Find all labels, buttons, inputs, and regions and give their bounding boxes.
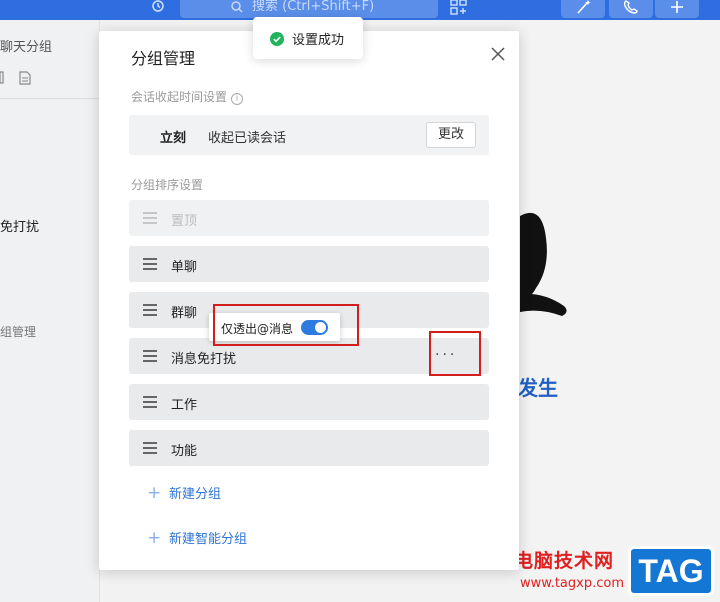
new-smart-group-label: 新建智能分组 — [169, 532, 248, 547]
plus-icon: + — [147, 528, 162, 548]
right-pane: 发生 电脑技术网 www.tagxp.com TAG — [514, 20, 720, 602]
left-pane: 聊天分组 免打扰 组管理 — [0, 20, 100, 602]
group-label: 消息免打扰 — [171, 352, 237, 367]
group-label: 置顶 — [171, 214, 198, 229]
drag-handle-icon[interactable] — [143, 304, 157, 316]
new-group-label: 新建分组 — [169, 487, 222, 502]
left-pane-toolbar — [0, 70, 40, 90]
search-placeholder: 搜索 (Ctrl+Shift+F) — [252, 0, 375, 14]
apps-grid-icon[interactable] — [450, 0, 468, 16]
group-label: 单聊 — [171, 260, 198, 275]
dialog-title: 分组管理 — [131, 49, 196, 68]
sort-section-label: 分组排序设置 — [131, 178, 204, 192]
drag-handle-icon[interactable] — [143, 396, 157, 408]
check-circle-icon — [270, 31, 284, 46]
close-icon[interactable] — [489, 45, 507, 63]
history-icon[interactable] — [148, 0, 168, 18]
collapse-section-label: 会话收起时间设置 i — [131, 88, 244, 105]
plus-icon[interactable] — [655, 0, 699, 18]
penguin-mascot-icon — [520, 208, 570, 338]
new-smart-group-link[interactable]: + 新建智能分组 — [147, 528, 247, 548]
drag-handle-icon[interactable] — [143, 442, 157, 454]
group-row-single-chat[interactable]: 单聊 — [129, 246, 489, 282]
group-row-function[interactable]: 功能 — [129, 430, 489, 466]
left-pane-title: 聊天分组 — [0, 40, 53, 55]
tag-logo: TAG — [628, 546, 714, 596]
search-icon — [230, 0, 244, 14]
group-management-dialog: 分组管理 会话收起时间设置 i 立刻 收起已读会话 更改 分组排序设置 置顶 单聊… — [99, 31, 519, 570]
group-label: 工作 — [171, 398, 198, 413]
watermark-url: www.tagxp.com — [520, 576, 624, 591]
watermark-text: 电脑技术网 — [514, 550, 615, 572]
info-icon[interactable]: i — [231, 93, 244, 105]
left-pane-item-dnd[interactable]: 免打扰 — [0, 216, 39, 235]
collapse-setting-row: 立刻 收起已读会话 更改 — [129, 115, 489, 155]
collapse-when: 立刻 — [160, 131, 187, 146]
highlight-box-more — [429, 331, 481, 376]
search-input[interactable]: 搜索 (Ctrl+Shift+F) — [180, 0, 438, 18]
left-pane-divider — [0, 98, 100, 99]
left-pane-item-manage[interactable]: 组管理 — [0, 323, 36, 340]
group-label: 群聊 — [171, 306, 198, 321]
highlight-box-toggle — [213, 304, 359, 346]
empty-state-text: 发生 — [518, 376, 558, 400]
group-label: 功能 — [171, 444, 198, 459]
group-row-pinned: 置顶 — [129, 200, 489, 236]
change-button[interactable]: 更改 — [426, 122, 476, 148]
collapse-section-text: 会话收起时间设置 — [131, 90, 228, 104]
toast-text: 设置成功 — [292, 33, 345, 48]
plus-icon: + — [147, 483, 162, 503]
new-group-link[interactable]: + 新建分组 — [147, 483, 221, 503]
group-row-work[interactable]: 工作 — [129, 384, 489, 420]
drag-handle-icon — [143, 212, 157, 224]
drag-handle-icon[interactable] — [143, 258, 157, 270]
collapse-desc: 收起已读会话 — [208, 131, 287, 146]
phone-icon[interactable] — [609, 0, 653, 18]
magic-wand-icon[interactable] — [561, 0, 605, 18]
success-toast: 设置成功 — [253, 17, 363, 59]
drag-handle-icon[interactable] — [143, 350, 157, 362]
